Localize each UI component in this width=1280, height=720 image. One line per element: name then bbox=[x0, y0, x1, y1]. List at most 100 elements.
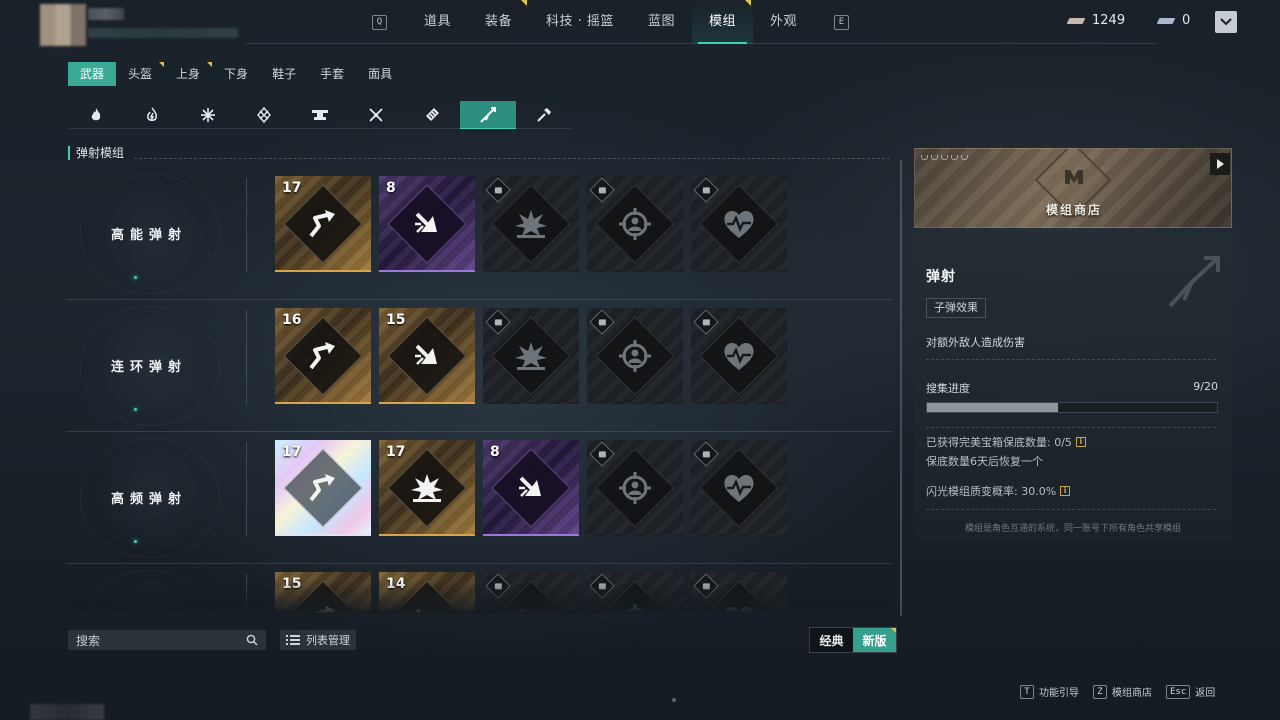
row-label-zone: 高频弹射 bbox=[66, 432, 246, 564]
subtab-weapon[interactable]: 武器 bbox=[68, 62, 117, 86]
mod-shop-banner[interactable]: 模组商店 bbox=[914, 148, 1232, 228]
flash-chance-line: 闪光模组质变概率: 30.0% i bbox=[926, 483, 1071, 499]
mod-card[interactable]: 8 bbox=[379, 176, 475, 272]
shop-open-button[interactable] bbox=[1210, 153, 1230, 175]
category-hammer[interactable] bbox=[516, 101, 572, 129]
category-defense[interactable] bbox=[236, 101, 292, 129]
category-lightning-flame[interactable] bbox=[124, 101, 180, 129]
hint-label: 功能引导 bbox=[1039, 688, 1079, 699]
perfect-chest-text: 已获得完美宝箱保底数量: 0/5 bbox=[926, 436, 1072, 449]
lock-icon bbox=[589, 309, 615, 335]
explosion-icon bbox=[513, 338, 549, 374]
mod-card[interactable]: 16 bbox=[275, 308, 371, 404]
currency-primary: 1249 bbox=[1068, 13, 1125, 28]
lock-icon bbox=[485, 177, 511, 203]
mode-new-button[interactable]: 新版 bbox=[853, 628, 896, 652]
hint-key: Z bbox=[1093, 684, 1107, 699]
perfect-chest-line: 已获得完美宝箱保底数量: 0/5 i bbox=[926, 434, 1086, 450]
hint-key: T bbox=[1020, 684, 1034, 699]
mod-detail-panel: 弹射 子弹效果 对额外敌人造成伤害 搜集进度 9/20 已获得完美宝箱保底数量:… bbox=[914, 232, 1232, 540]
subtab-shoes[interactable]: 鞋子 bbox=[260, 62, 308, 86]
mod-card[interactable] bbox=[587, 176, 683, 272]
impact-arrow-icon bbox=[513, 470, 549, 506]
tab-equipment[interactable]: 装备 bbox=[468, 0, 529, 44]
row-separator bbox=[246, 442, 247, 536]
detail-divider bbox=[926, 509, 1216, 510]
mod-card[interactable]: 8 bbox=[483, 440, 579, 536]
card-level: 17 bbox=[282, 444, 302, 460]
row-separator bbox=[246, 178, 247, 272]
category-swords[interactable] bbox=[348, 101, 404, 129]
equipment-slot-tabs: 武器 头盔 上身 下身 鞋子 手套 面具 bbox=[68, 62, 404, 86]
category-anvil[interactable] bbox=[292, 101, 348, 129]
list-icon bbox=[286, 635, 300, 645]
lock-icon bbox=[693, 441, 719, 467]
tab-items[interactable]: 道具 bbox=[407, 0, 468, 44]
collect-progress-bar bbox=[926, 402, 1218, 413]
mod-card[interactable] bbox=[691, 176, 787, 272]
row-label: 连环弹射 bbox=[110, 360, 187, 375]
info-icon[interactable]: i bbox=[1060, 486, 1071, 496]
hint-back[interactable]: Esc 返回 bbox=[1166, 684, 1215, 699]
tab-mods[interactable]: 模组 bbox=[691, 0, 753, 44]
category-flame[interactable] bbox=[68, 101, 124, 129]
tab-tech-cradle[interactable]: 科技 · 摇篮 bbox=[529, 0, 631, 44]
mod-card[interactable]: 17 bbox=[379, 440, 475, 536]
detail-divider bbox=[926, 359, 1216, 360]
tab-blueprint[interactable]: 蓝图 bbox=[631, 0, 692, 44]
avatar[interactable] bbox=[40, 4, 86, 46]
top-bar: Q 道具 装备 科技 · 摇篮 蓝图 模组 外观 E 1249 0 bbox=[0, 0, 1280, 46]
subtab-upper[interactable]: 上身 bbox=[164, 62, 213, 86]
heartbeat-icon bbox=[721, 338, 757, 374]
card-level: 17 bbox=[386, 444, 406, 460]
mod-card[interactable]: 15 bbox=[379, 308, 475, 404]
mod-card[interactable] bbox=[483, 308, 579, 404]
currency-secondary-value: 0 bbox=[1182, 13, 1191, 28]
subtab-gloves[interactable]: 手套 bbox=[308, 62, 356, 86]
mod-card[interactable] bbox=[483, 176, 579, 272]
category-ricochet[interactable] bbox=[460, 101, 516, 129]
info-icon[interactable]: i bbox=[1075, 437, 1086, 447]
row-indicator-dot bbox=[134, 276, 137, 279]
mod-card[interactable] bbox=[691, 440, 787, 536]
hammer-icon bbox=[537, 107, 551, 122]
prev-tab-key[interactable]: Q bbox=[372, 14, 387, 30]
mod-card[interactable]: 17 bbox=[275, 176, 371, 272]
crosshair-person-icon bbox=[617, 470, 653, 506]
collect-progress-fill bbox=[927, 403, 1058, 412]
mod-cards: 17 17 8 bbox=[275, 440, 787, 536]
mode-classic-button[interactable]: 经典 bbox=[810, 628, 853, 652]
menu-dropdown-button[interactable] bbox=[1215, 11, 1237, 33]
list-fade bbox=[66, 580, 892, 614]
hint-shop[interactable]: Z 模组商店 bbox=[1093, 684, 1152, 699]
next-tab-key[interactable]: E bbox=[833, 14, 849, 30]
subtab-mask[interactable]: 面具 bbox=[356, 62, 404, 86]
tab-appearance[interactable]: 外观 bbox=[753, 0, 814, 44]
mod-card[interactable] bbox=[587, 308, 683, 404]
key-hints: T 功能引导 Z 模组商店 Esc 返回 bbox=[1020, 684, 1215, 699]
crossed-swords-icon bbox=[369, 107, 383, 122]
row-indicator-dot bbox=[134, 408, 137, 411]
mod-card[interactable]: 17 bbox=[275, 440, 371, 536]
mod-card[interactable] bbox=[691, 308, 787, 404]
layout-mode-toggle: 经典 新版 bbox=[809, 627, 897, 653]
heartbeat-icon bbox=[721, 470, 757, 506]
list-manage-button[interactable]: 列表管理 bbox=[280, 630, 356, 650]
search-input[interactable]: 搜索 bbox=[68, 630, 266, 650]
category-frost[interactable] bbox=[180, 101, 236, 129]
mod-cards: 17 8 bbox=[275, 176, 787, 272]
play-arrow-icon bbox=[1217, 159, 1224, 169]
list-scrollbar[interactable] bbox=[900, 160, 902, 616]
row-label-zone: 连环弹射 bbox=[66, 300, 246, 432]
ricochet-watermark-icon bbox=[1168, 256, 1220, 308]
card-level: 17 bbox=[282, 180, 302, 196]
subtab-lower[interactable]: 下身 bbox=[212, 62, 260, 86]
shared-mods-footnote: 模组是角色互通的系统，同一账号下所有角色共享模组 bbox=[964, 524, 1181, 534]
ricochet-arrow-icon bbox=[305, 470, 341, 506]
mod-rows-list[interactable]: 高能弹射178连环弹射1615高频弹射171781514 bbox=[66, 168, 892, 613]
hint-label: 返回 bbox=[1195, 688, 1216, 699]
category-bullets[interactable] bbox=[404, 101, 460, 129]
mod-card[interactable] bbox=[587, 440, 683, 536]
hint-guide[interactable]: T 功能引导 bbox=[1020, 684, 1079, 699]
subtab-helmet[interactable]: 头盔 bbox=[116, 62, 165, 86]
